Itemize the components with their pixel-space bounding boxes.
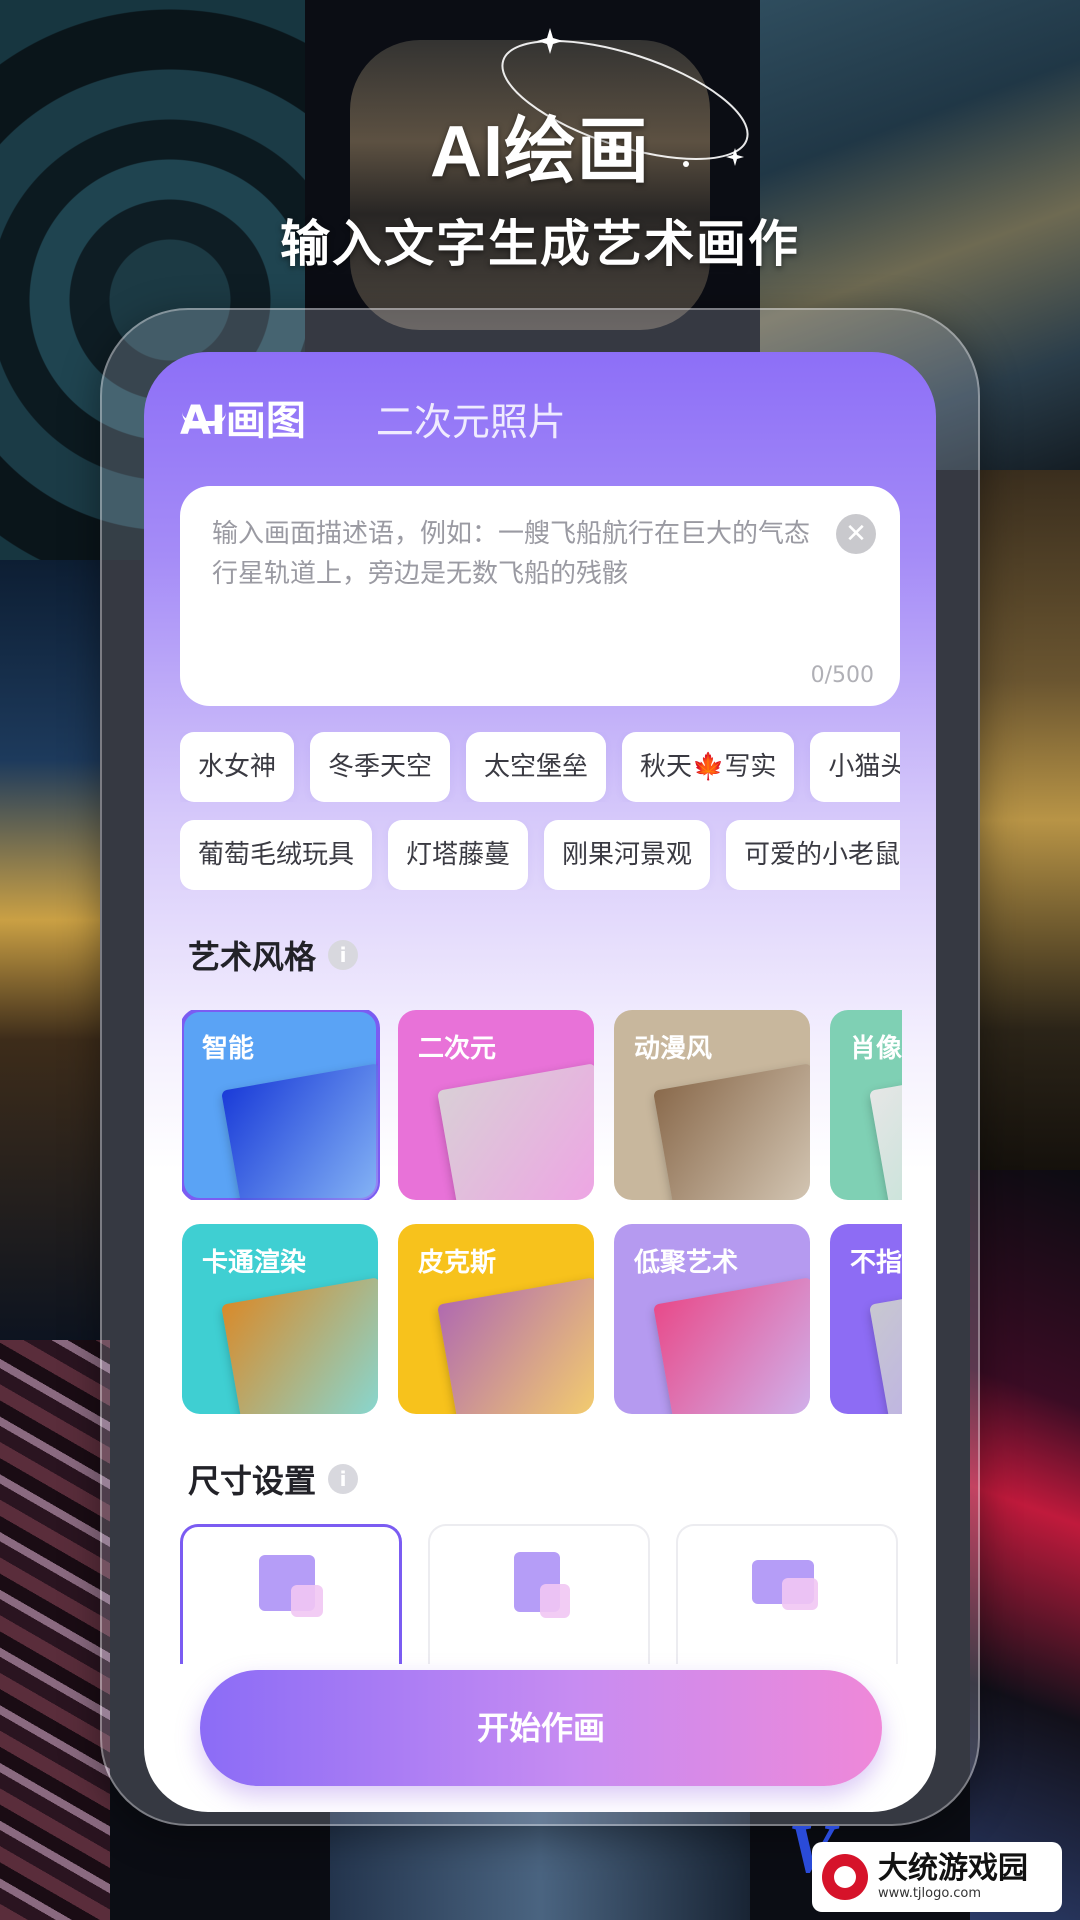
char-counter: 0/500 [810, 663, 874, 688]
tab-anime-photo[interactable]: 二次元照片 [376, 391, 566, 446]
style-label: 低聚艺术 [634, 1248, 739, 1278]
size-setting-heading: 尺寸设置 i [188, 1456, 359, 1502]
size-option-portrait[interactable] [428, 1524, 650, 1664]
clear-icon[interactable]: ✕ [836, 514, 876, 554]
style-preview-image [653, 1277, 810, 1414]
size-setting-title: 尺寸设置 [188, 1462, 317, 1500]
style-row-2: 卡通渲染 皮克斯 低聚艺术 不指 [182, 1224, 902, 1414]
prompt-input[interactable]: 输入画面描述语，例如：一艘飞船航行在巨大的气态行星轨道上，旁边是无数飞船的残骸 … [180, 486, 900, 706]
style-row-1: 智能 二次元 动漫风 肖像 [182, 1010, 902, 1200]
size-option-square[interactable] [180, 1524, 402, 1664]
style-label: 动漫风 [634, 1034, 713, 1064]
style-preview-image [869, 1277, 902, 1414]
suggestion-chip[interactable]: 刚果河景观 [544, 820, 711, 890]
suggestion-row-2: 葡萄毛绒玩具 灯塔藤蔓 刚果河景观 可爱的小老鼠 [180, 820, 900, 890]
watermark-url: www.tjlogo.com [878, 1886, 981, 1901]
style-label: 卡通渲染 [202, 1248, 307, 1278]
bg-image-neon [970, 1170, 1080, 1920]
watermark-name: 大统游戏园 [878, 1851, 1028, 1886]
style-card[interactable]: 动漫风 [614, 1010, 810, 1200]
style-label: 智能 [202, 1034, 255, 1064]
style-card[interactable]: 智能 [182, 1010, 380, 1200]
bg-image-stairs [980, 470, 1080, 1170]
size-overlay-icon [782, 1578, 818, 1610]
page-title: AI绘画 [429, 112, 650, 192]
suggestion-row-1: 水女神 冬季天空 太空堡垒 秋天🍁写实 小猫头 [180, 732, 900, 802]
style-card[interactable]: 低聚艺术 [614, 1224, 810, 1414]
style-label: 肖像 [850, 1034, 902, 1064]
style-label: 不指 [850, 1248, 902, 1278]
style-card[interactable]: 卡通渲染 [182, 1224, 378, 1414]
info-icon[interactable]: i [328, 940, 359, 970]
watermark-logo-icon [822, 1854, 868, 1900]
suggestion-chip[interactable]: 秋天🍁写实 [622, 732, 795, 802]
watermark: 大统游戏园 www.tjlogo.com [812, 1842, 1062, 1912]
style-preview-image [653, 1063, 810, 1200]
tab-bar: AI画图 二次元照片 [180, 388, 566, 446]
prompt-placeholder: 输入画面描述语，例如：一艘飞船航行在巨大的气态行星轨道上，旁边是无数飞船的残骸 [212, 519, 811, 589]
suggestion-chip[interactable]: 小猫头 [810, 732, 900, 802]
style-preview-image [437, 1277, 594, 1414]
style-preview-image [221, 1277, 378, 1414]
start-drawing-button[interactable]: 开始作画 [200, 1670, 882, 1786]
suggestion-chip[interactable]: 灯塔藤蔓 [388, 820, 529, 890]
suggestion-chip[interactable]: 葡萄毛绒玩具 [180, 820, 373, 890]
style-label: 皮克斯 [418, 1248, 497, 1278]
style-card[interactable]: 二次元 [398, 1010, 594, 1200]
page-subtitle: 输入文字生成艺术画作 [280, 216, 800, 272]
style-preview-image [221, 1063, 378, 1200]
style-card[interactable]: 肖像 [830, 1010, 902, 1200]
size-overlay-icon [540, 1584, 570, 1618]
suggestion-chip[interactable]: 可爱的小老鼠 [726, 820, 900, 890]
suggestion-chip[interactable]: 水女神 [180, 732, 295, 802]
style-card[interactable]: 不指 [830, 1224, 902, 1414]
size-overlay-icon [291, 1585, 323, 1617]
bg-image-night-city [0, 560, 100, 1360]
bg-image-abstract [0, 1340, 110, 1920]
info-icon[interactable]: i [328, 1464, 359, 1494]
style-preview-image [869, 1063, 902, 1200]
suggestion-chip[interactable]: 冬季天空 [310, 732, 451, 802]
app-screen: AI画图 二次元照片 输入画面描述语，例如：一艘飞船航行在巨大的气态行星轨道上，… [144, 352, 936, 1812]
art-style-heading: 艺术风格 i [188, 932, 359, 978]
size-option-landscape[interactable] [676, 1524, 898, 1664]
size-options [180, 1524, 900, 1664]
style-label: 二次元 [418, 1034, 497, 1064]
style-card[interactable]: 皮克斯 [398, 1224, 594, 1414]
art-style-title: 艺术风格 [188, 938, 317, 976]
suggestion-chip[interactable]: 太空堡垒 [466, 732, 607, 802]
style-preview-image [437, 1063, 594, 1200]
